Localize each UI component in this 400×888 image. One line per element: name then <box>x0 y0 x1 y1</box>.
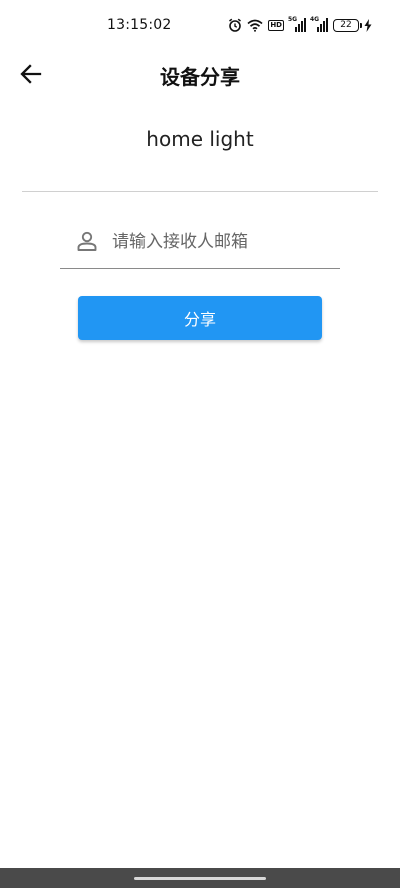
network-4g-label: 4G <box>310 16 320 23</box>
status-bar: 13:15:02 HD 5G 4G 22 <box>0 0 400 50</box>
screen: 13:15:02 HD 5G 4G 22 设备分享 home light 请输入… <box>0 0 400 888</box>
navigation-bar <box>0 868 400 888</box>
device-name: home light <box>146 127 254 151</box>
battery-icon: 22 <box>333 18 362 32</box>
divider <box>22 191 378 192</box>
email-field[interactable] <box>60 222 340 269</box>
charging-icon <box>364 18 372 32</box>
share-button[interactable]: 分享 <box>78 296 322 340</box>
battery-level: 22 <box>340 19 352 30</box>
hd-icon: HD <box>268 19 284 31</box>
page-title: 设备分享 <box>160 65 240 89</box>
app-bar: 设备分享 <box>0 50 400 98</box>
home-indicator[interactable] <box>134 877 266 880</box>
signal-5g-icon: 5G <box>288 16 306 32</box>
status-time: 13:15:02 <box>107 17 172 33</box>
wifi-icon <box>247 19 263 32</box>
network-5g-label: 5G <box>288 16 298 23</box>
alarm-icon <box>228 18 242 32</box>
signal-4g-icon: 4G <box>310 16 328 32</box>
status-icons: HD 5G 4G 22 <box>228 16 372 34</box>
email-input[interactable] <box>112 226 332 258</box>
person-icon <box>77 231 97 251</box>
